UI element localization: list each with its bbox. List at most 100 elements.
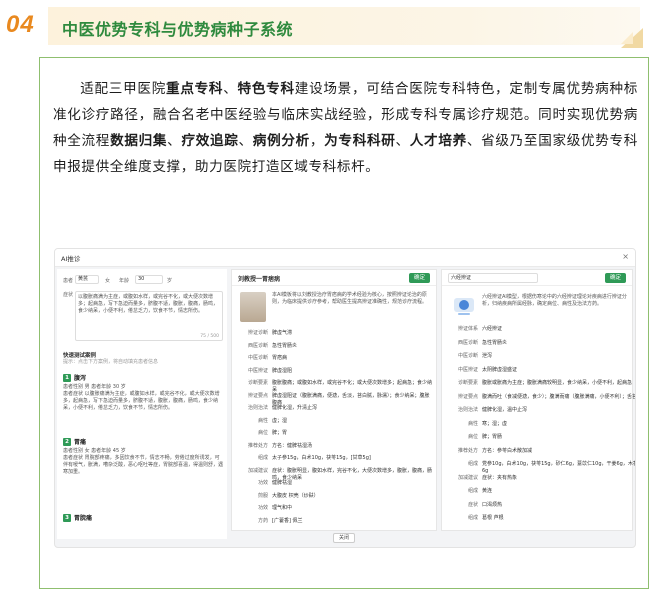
field-row: 中医辨证 太阴脾虚湿盛证	[450, 366, 635, 374]
field-value: 党参10g，白术10g，茯苓15g，砂仁6g，薏苡仁10g，干姜6g，木香6g	[482, 461, 636, 474]
field-label: 病性	[257, 417, 268, 424]
app-screenshot: AI推诊 × 患者 黄芪 女 年龄 30 岁 症状 以腹胀痛满为主症，或腹如水样…	[54, 248, 636, 548]
field-value: 方名：健脾祛湿汤	[272, 442, 313, 449]
field-value: 胃痞病	[272, 355, 288, 361]
field-row: 病位 脾；胃	[240, 430, 432, 437]
field-value: 葛根 芦根	[482, 515, 504, 521]
field-value: 口渴烦热	[482, 501, 503, 508]
case-card[interactable]: 1 腹泻 患者性别 男 患者年龄 30 岁 患者症状 以腹胀痛满为主症，或腹如水样…	[63, 373, 223, 412]
field-row: 组成 太子参15g，白术10g，茯苓15g，[甘草5g]	[240, 455, 432, 462]
field-label: 病位	[467, 434, 478, 440]
expert-template-panel: 刘教授一胃痞病 确定 本AI模板将以刘教授治疗胃痞病的学术经验为核心，按照辨证论…	[231, 269, 437, 531]
case-title: 胃痛	[74, 439, 87, 446]
field-label: 中医辨证	[247, 367, 268, 374]
field-label: 组成	[257, 455, 268, 461]
field-row: 功效 理气和中	[240, 505, 432, 512]
field-value: 太子参15g，白术10g，茯苓15g，[甘草5g]	[272, 455, 371, 461]
field-row: 中医辨证 脾虚湿阻	[240, 368, 432, 375]
patient-form-panel: 患者 黄芪 女 年龄 30 岁 症状 以腹胀痛满为主症，或腹如水样，或完谷不化，…	[57, 269, 227, 539]
field-row: 辨证体系 六经辨证	[450, 326, 635, 333]
field-label: 西医诊断	[247, 342, 268, 349]
char-counter: 75 / 500	[200, 334, 219, 339]
field-value: 方名：参苓白术散加减	[482, 447, 533, 454]
confirm-button[interactable]: 确定	[408, 273, 430, 283]
case-meta: 患者性别 女 患者年龄 45 岁	[63, 448, 126, 454]
section-number: 04	[6, 11, 35, 38]
field-value: 太阴脾虚湿盛证	[482, 366, 518, 373]
expert-template-title: 刘教授一胃痞病	[238, 276, 281, 283]
field-value: 健脾祛湿	[272, 480, 293, 486]
case-text: 患者症状 胃脘部疼痛，多因饮食不节，情志不畅，劳倦过度所诱发，可伴有嗳气，胀满，…	[63, 455, 224, 475]
name-label: 患者	[63, 278, 74, 284]
field-value: 黄连	[482, 488, 493, 494]
field-row: 诊断要素 腹胀或胀痛为主症；腹胀满痛较明显，食少纳呆，小便不利，起病急	[450, 380, 635, 387]
expert-panel-header: 刘教授一胃痞病 确定	[232, 270, 436, 286]
field-label: 西医诊断	[457, 339, 478, 346]
quick-test-hint: 提示：点击下方案例，将自动填充患者信息	[63, 359, 159, 365]
age-label: 年龄	[119, 278, 130, 284]
field-row: 中医诊断 泄泻	[450, 353, 635, 360]
close-icon[interactable]: ×	[622, 252, 629, 261]
field-value: 急性胃肠炎	[272, 342, 298, 349]
field-label: 中医诊断	[247, 355, 268, 361]
intro-paragraph: 适配三甲医院重点专科、特色专科建设场景，可结合医院专科特色，定制专属优势病种标准…	[53, 81, 639, 175]
six-meridian-description: 六经辨证AI模型，根据伤寒论中的六经辨证理论对疾病进行辨证分析，归纳疾病所属经脉…	[482, 294, 627, 307]
case-card[interactable]: 2 胃痛 患者性别 女 患者年龄 45 岁 患者症状 胃脘部疼痛，多因饮食不节，情…	[63, 437, 223, 476]
section-title: 中医优势专科与优势病种子系统	[62, 20, 294, 39]
case-number: 2	[63, 437, 71, 446]
name-input[interactable]: 黄芪	[75, 275, 99, 284]
case-number: 3	[63, 513, 71, 522]
field-label: 加减建议	[457, 474, 478, 481]
symptom-text: 以腹胀痛满为主症，或腹如水样，或完谷不化，或大便次数增多；起病急，写下急迫而量多…	[78, 294, 219, 314]
field-row: 西医诊断 急性胃肠炎	[240, 343, 432, 350]
case-number: 1	[63, 373, 71, 382]
ai-model-icon	[454, 298, 474, 315]
symptom-label: 症状	[63, 292, 74, 298]
confirm-button[interactable]: 确定	[604, 273, 626, 283]
syndrome-system-select[interactable]: 六经辨证	[448, 273, 538, 283]
field-label: 煎服	[257, 492, 268, 499]
sex-label[interactable]: 女	[105, 277, 110, 284]
field-row: 病性 虚；湿	[240, 418, 432, 425]
close-button[interactable]: 关闭	[333, 533, 355, 543]
field-label: 治则治法	[457, 407, 478, 413]
app-title: AI推诊	[61, 255, 81, 263]
field-label: 辨证诊断	[247, 330, 268, 336]
case-card[interactable]: 3 胃脘痛	[63, 513, 223, 524]
field-value: 脾虚湿阻	[272, 367, 293, 374]
field-row: 西医诊断 急性胃肠炎	[450, 339, 635, 347]
field-label: 辨证体系	[457, 326, 478, 332]
field-row: 煎服 大腹皮 枳壳（炒麸）	[240, 493, 432, 500]
field-value: 症状：夹有热象	[482, 474, 518, 481]
field-row: 病位 脾；胃肠	[450, 434, 635, 441]
field-label: 组成	[467, 488, 478, 494]
quick-test-title: 快速测试案例	[63, 353, 97, 359]
patient-info-row: 患者 黄芪 女 年龄 30 岁	[63, 275, 223, 285]
field-row: 方药 [广藿香] 佩兰	[240, 518, 432, 525]
field-row: 辨证要点 腹满而吐（食减便溏，食少）；腹满而痛（腹胀满痛，小便不利）；舌苔腻	[450, 393, 636, 401]
field-label: 推荐处方	[457, 447, 478, 454]
field-label: 治则治法	[247, 405, 268, 411]
field-row: 组成 黄连	[450, 488, 635, 495]
case-title: 胃脘痛	[74, 515, 93, 522]
field-value: 腹满而吐（食减便溏，食少）；腹满而痛（腹胀满痛，小便不利）；舌苔腻	[482, 393, 636, 400]
case-text: 患者症状 以腹胀痛满为主症，或腹如水样，或完谷不化，或大便次数增多，起病急，写下…	[63, 391, 220, 411]
case-meta: 患者性别 男 患者年龄 30 岁	[63, 384, 126, 390]
doctor-portrait	[240, 292, 266, 322]
field-value: 急性胃肠炎	[482, 339, 508, 346]
field-value: 虚；湿	[272, 417, 288, 424]
field-row: 加减建议 症状：夹有热象	[450, 474, 635, 482]
field-value: 脾虚气滞	[272, 330, 293, 336]
field-value: 健脾化湿，温中止泻	[482, 407, 528, 413]
section-header: 04 中医优势专科与优势病种子系统	[0, 4, 651, 48]
age-input[interactable]: 30	[135, 275, 163, 284]
field-value: 理气和中	[272, 505, 293, 511]
field-value: 大腹皮 枳壳（炒麸）	[272, 492, 319, 499]
field-value: 脾；胃肠	[482, 434, 503, 440]
field-value: 脾；胃	[272, 430, 288, 436]
app-titlebar: AI推诊 ×	[55, 249, 635, 267]
field-row: 治则治法 健脾化湿，温中止泻	[450, 407, 635, 414]
symptom-textarea[interactable]: 以腹胀痛满为主症，或腹如水样，或完谷不化，或大便次数增多；起病急，写下急迫而量多…	[75, 291, 223, 341]
field-value: 腹胀或胀痛为主症；腹胀满痛较明显，食少纳呆，小便不利，起病急	[482, 380, 633, 386]
field-label: 功效	[257, 480, 268, 486]
